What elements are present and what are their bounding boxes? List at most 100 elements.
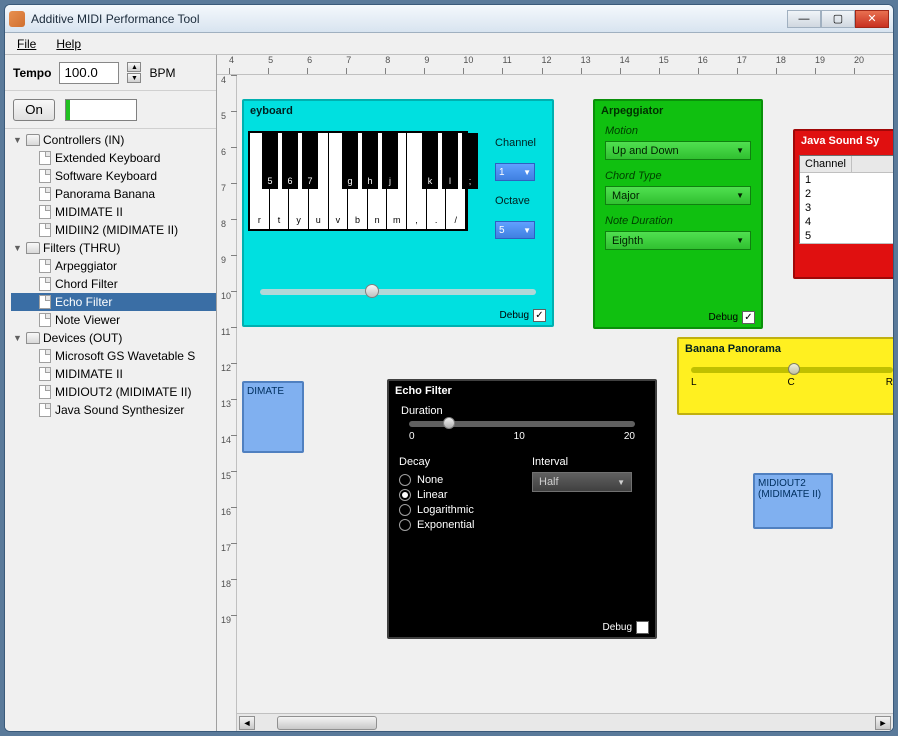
debug-label: Debug [603, 622, 632, 633]
debug-checkbox[interactable]: ✓ [742, 311, 755, 324]
titlebar[interactable]: Additive MIDI Performance Tool — ▢ ✕ [5, 5, 893, 33]
channel-table[interactable]: Channel 12345 [799, 155, 893, 244]
channel-label: Channel [495, 137, 536, 149]
tree-item[interactable]: MIDIIN2 (MIDIMATE II) [11, 221, 216, 239]
file-icon [39, 259, 51, 273]
tree-item-label: Chord Filter [55, 277, 118, 291]
node-title: Banana Panorama [679, 339, 893, 359]
file-icon [39, 403, 51, 417]
node-title: eyboard [244, 101, 552, 121]
tree-item[interactable]: Arpeggiator [11, 257, 216, 275]
table-row[interactable]: 1 [800, 173, 893, 187]
tree-group-devices: ▼ Devices (OUT) Microsoft GS Wavetable S… [5, 329, 216, 419]
table-row[interactable]: 5 [800, 229, 893, 243]
table-row[interactable]: 4 [800, 215, 893, 229]
black-key[interactable]: j [382, 133, 398, 189]
minimize-button[interactable]: — [787, 10, 821, 28]
maximize-button[interactable]: ▢ [821, 10, 855, 28]
radio-icon [399, 504, 411, 516]
tree-item[interactable]: Chord Filter [11, 275, 216, 293]
canvas-scrollbar[interactable]: ◄ ► [237, 713, 893, 731]
tempo-unit: BPM [149, 66, 175, 80]
black-key[interactable]: 7 [302, 133, 318, 189]
col-channel: Channel [800, 156, 852, 172]
radio-icon [399, 519, 411, 531]
tree[interactable]: ▼ Controllers (IN) Extended KeyboardSoft… [5, 129, 216, 731]
twisty-icon: ▼ [13, 243, 23, 253]
interval-label: Interval [532, 456, 633, 468]
folder-icon [26, 134, 40, 146]
black-key[interactable]: ; [462, 133, 478, 189]
decay-radio[interactable]: Logarithmic [399, 504, 512, 516]
menu-file[interactable]: File [9, 35, 44, 53]
tree-item[interactable]: MIDIMATE II [11, 203, 216, 221]
node-keyboard[interactable]: eyboard rtyuvbnm,./ 567ghjkl; Channel 1▼… [242, 99, 554, 327]
tree-item[interactable]: MIDIMATE II [11, 365, 216, 383]
node-java-sound[interactable]: Java Sound Sy Channel 12345 [793, 129, 893, 279]
black-key[interactable]: k [422, 133, 438, 189]
close-button[interactable]: ✕ [855, 10, 889, 28]
duration-select[interactable]: Eighth▼ [605, 231, 751, 250]
table-row[interactable]: 3 [800, 201, 893, 215]
ruler-horizontal: 4567891011121314151617181920 [217, 55, 893, 75]
motion-select[interactable]: Up and Down▼ [605, 141, 751, 160]
chord-select[interactable]: Major▼ [605, 186, 751, 205]
keyboard-slider[interactable] [260, 289, 536, 295]
interval-select[interactable]: Half▼ [532, 472, 632, 492]
node-banana-panorama[interactable]: Banana Panorama LCR [677, 337, 893, 415]
decay-radio[interactable]: None [399, 474, 512, 486]
tree-folder-devices[interactable]: ▼ Devices (OUT) [11, 329, 216, 347]
tree-item-label: MIDIIN2 (MIDIMATE II) [55, 223, 178, 237]
decay-radio[interactable]: Exponential [399, 519, 512, 531]
decay-label: Decay [399, 456, 500, 468]
duration-slider[interactable] [409, 421, 635, 427]
debug-label: Debug [500, 310, 529, 321]
octave-select[interactable]: 5▼ [495, 221, 535, 239]
node-arpeggiator[interactable]: Arpeggiator Motion Up and Down▼ Chord Ty… [593, 99, 763, 329]
chord-label: Chord Type [605, 170, 751, 182]
tree-item[interactable]: Panorama Banana [11, 185, 216, 203]
decay-radio[interactable]: Linear [399, 489, 512, 501]
radio-icon [399, 489, 411, 501]
scroll-right-icon[interactable]: ► [875, 716, 891, 730]
tempo-input[interactable] [59, 62, 119, 84]
tree-item[interactable]: Echo Filter [11, 293, 216, 311]
black-key[interactable]: 6 [282, 133, 298, 189]
pan-slider[interactable] [691, 367, 893, 373]
tree-item[interactable]: MIDIOUT2 (MIDIMATE II) [11, 383, 216, 401]
node-midiout2[interactable]: MIDIOUT2 (MIDIMATE II) [753, 473, 833, 529]
table-row[interactable]: 2 [800, 187, 893, 201]
tree-item[interactable]: Extended Keyboard [11, 149, 216, 167]
canvas[interactable]: eyboard rtyuvbnm,./ 567ghjkl; Channel 1▼… [237, 75, 893, 711]
tree-item-label: Panorama Banana [55, 187, 155, 201]
tree-folder-controllers[interactable]: ▼ Controllers (IN) [11, 131, 216, 149]
file-icon [39, 151, 51, 165]
tree-item[interactable]: Software Keyboard [11, 167, 216, 185]
debug-checkbox[interactable]: ✓ [533, 309, 546, 322]
tree-item[interactable]: Note Viewer [11, 311, 216, 329]
channel-select[interactable]: 1▼ [495, 163, 535, 181]
black-key[interactable]: l [442, 133, 458, 189]
node-title: Echo Filter [389, 381, 655, 401]
node-midimate[interactable]: DIMATE [242, 381, 304, 453]
scroll-left-icon[interactable]: ◄ [239, 716, 255, 730]
debug-checkbox[interactable]: ✓ [636, 621, 649, 634]
tree-folder-filters[interactable]: ▼ Filters (THRU) [11, 239, 216, 257]
black-key[interactable]: h [362, 133, 378, 189]
tree-folder-label: Filters (THRU) [43, 241, 120, 255]
motion-label: Motion [605, 125, 751, 137]
duration-label: Note Duration [605, 215, 751, 227]
file-icon [39, 277, 51, 291]
on-row: On [5, 91, 216, 129]
black-key[interactable]: g [342, 133, 358, 189]
black-key[interactable]: 5 [262, 133, 278, 189]
radio-icon [399, 474, 411, 486]
menu-help[interactable]: Help [48, 35, 89, 53]
on-button[interactable]: On [13, 99, 55, 121]
tree-item[interactable]: Java Sound Synthesizer [11, 401, 216, 419]
node-echo-filter[interactable]: Echo Filter Duration 01020 Decay NoneLin… [387, 379, 657, 639]
window-title: Additive MIDI Performance Tool [31, 12, 787, 26]
scroll-thumb[interactable] [277, 716, 377, 730]
tree-item[interactable]: Microsoft GS Wavetable S [11, 347, 216, 365]
tempo-spinner[interactable]: ▲▼ [127, 62, 141, 83]
